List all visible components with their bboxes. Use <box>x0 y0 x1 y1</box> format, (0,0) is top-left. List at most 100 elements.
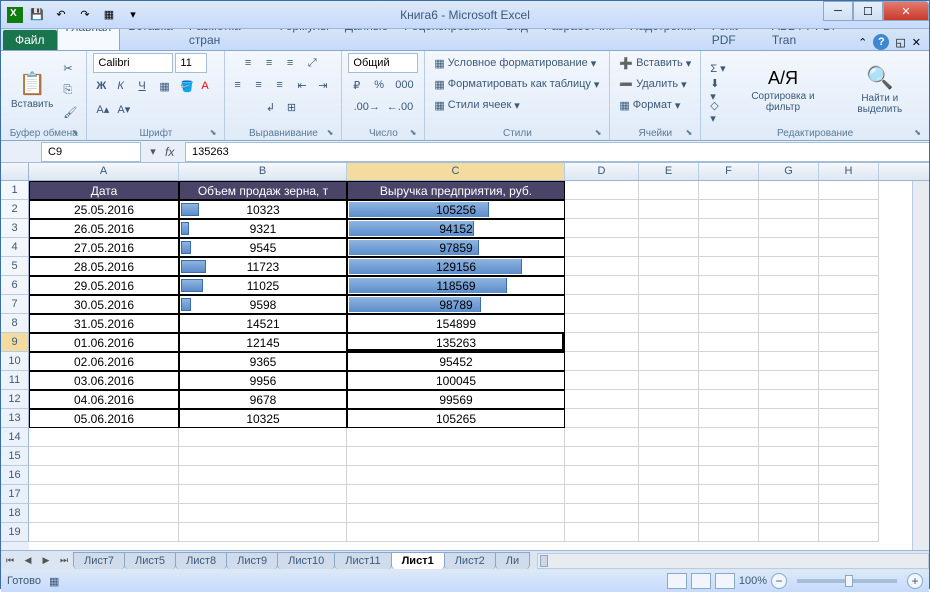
cell-H15[interactable] <box>819 447 879 466</box>
cell-B17[interactable] <box>179 485 347 504</box>
cell-G19[interactable] <box>759 523 819 542</box>
cell-C3[interactable]: 94152 <box>347 219 565 238</box>
cell-E13[interactable] <box>639 409 699 428</box>
scroll-left-icon[interactable] <box>540 555 548 567</box>
row-header-14[interactable]: 14 <box>1 428 29 447</box>
cell-G10[interactable] <box>759 352 819 371</box>
cell-F3[interactable] <box>699 219 759 238</box>
cell-B10[interactable]: 9365 <box>179 352 347 371</box>
cell-D8[interactable] <box>565 314 639 333</box>
cell-G15[interactable] <box>759 447 819 466</box>
cell-C11[interactable]: 100045 <box>347 371 565 390</box>
macro-record-icon[interactable]: ▦ <box>49 575 59 588</box>
cell-F10[interactable] <box>699 352 759 371</box>
cell-H16[interactable] <box>819 466 879 485</box>
currency-button[interactable]: ₽ <box>350 75 370 95</box>
copy-button[interactable]: ⎘ <box>60 80 80 100</box>
align-top-button[interactable]: ≡ <box>242 53 262 73</box>
font-name-select[interactable] <box>93 53 173 73</box>
cell-H11[interactable] <box>819 371 879 390</box>
cell-F18[interactable] <box>699 504 759 523</box>
sheet-tab-Лист8[interactable]: Лист8 <box>175 552 227 569</box>
conditional-formatting-button[interactable]: ▦Условное форматирование ▾ <box>431 53 599 73</box>
cell-D12[interactable] <box>565 390 639 409</box>
cell-F14[interactable] <box>699 428 759 447</box>
cell-F12[interactable] <box>699 390 759 409</box>
zoom-out-button[interactable]: − <box>771 573 787 589</box>
cell-C2[interactable]: 105256 <box>347 200 565 219</box>
cell-G7[interactable] <box>759 295 819 314</box>
row-header-5[interactable]: 5 <box>1 257 29 276</box>
cell-A11[interactable]: 03.06.2016 <box>29 371 179 390</box>
align-bottom-button[interactable]: ≡ <box>284 53 304 73</box>
cell-A6[interactable]: 29.05.2016 <box>29 276 179 295</box>
cell-D13[interactable] <box>565 409 639 428</box>
insert-cells-button[interactable]: ➕Вставить ▾ <box>616 53 694 73</box>
row-header-9[interactable]: 9 <box>1 333 29 352</box>
row-header-13[interactable]: 13 <box>1 409 29 428</box>
sheet-nav-prev[interactable]: ◀ <box>19 552 37 570</box>
cell-E14[interactable] <box>639 428 699 447</box>
cell-H10[interactable] <box>819 352 879 371</box>
cell-A2[interactable]: 25.05.2016 <box>29 200 179 219</box>
cell-D9[interactable] <box>565 333 639 352</box>
sheet-tab-Лист10[interactable]: Лист10 <box>277 552 335 569</box>
cell-B8[interactable]: 14521 <box>179 314 347 333</box>
cell-H19[interactable] <box>819 523 879 542</box>
cell-G14[interactable] <box>759 428 819 447</box>
page-layout-view-button[interactable] <box>691 573 711 589</box>
cell-E4[interactable] <box>639 238 699 257</box>
cell-F5[interactable] <box>699 257 759 276</box>
qat-btn-1[interactable]: ▦ <box>99 5 119 25</box>
cell-A3[interactable]: 26.05.2016 <box>29 219 179 238</box>
cell-H5[interactable] <box>819 257 879 276</box>
underline-button[interactable]: Ч <box>135 76 155 96</box>
sheet-nav-last[interactable]: ⏭ <box>55 552 73 570</box>
row-header-19[interactable]: 19 <box>1 523 29 542</box>
sheet-tab-Лист7[interactable]: Лист7 <box>73 552 125 569</box>
cell-D2[interactable] <box>565 200 639 219</box>
horizontal-scrollbar[interactable] <box>537 553 929 569</box>
cell-C7[interactable]: 98789 <box>347 295 565 314</box>
cell-D4[interactable] <box>565 238 639 257</box>
cell-G3[interactable] <box>759 219 819 238</box>
bold-button[interactable]: Ж <box>93 76 113 96</box>
cell-H14[interactable] <box>819 428 879 447</box>
sheet-tab-Ли[interactable]: Ли <box>495 552 530 569</box>
autosum-button[interactable]: Σ ▾ <box>707 58 729 78</box>
cell-A4[interactable]: 27.05.2016 <box>29 238 179 257</box>
fill-color-button[interactable]: 🪣 <box>177 76 197 96</box>
align-center-button[interactable]: ≡ <box>252 75 272 95</box>
cell-C18[interactable] <box>347 504 565 523</box>
cell-C1[interactable]: Выручка предприятия, руб. <box>347 181 565 200</box>
name-box-dropdown-icon[interactable]: ▾ <box>145 145 161 158</box>
sheet-nav-next[interactable]: ▶ <box>37 552 55 570</box>
cell-A7[interactable]: 30.05.2016 <box>29 295 179 314</box>
cell-B15[interactable] <box>179 447 347 466</box>
cell-D7[interactable] <box>565 295 639 314</box>
indent-decrease-button[interactable]: ⇤ <box>294 75 314 95</box>
cell-B5[interactable]: 11723 <box>179 257 347 276</box>
cell-C15[interactable] <box>347 447 565 466</box>
select-all-corner[interactable] <box>1 163 29 180</box>
qat-btn-2[interactable]: ▾ <box>123 5 143 25</box>
zoom-slider[interactable] <box>797 579 897 583</box>
cell-B6[interactable]: 11025 <box>179 276 347 295</box>
cell-E3[interactable] <box>639 219 699 238</box>
row-header-15[interactable]: 15 <box>1 447 29 466</box>
cell-H13[interactable] <box>819 409 879 428</box>
row-header-4[interactable]: 4 <box>1 238 29 257</box>
cell-F9[interactable] <box>699 333 759 352</box>
cell-A10[interactable]: 02.06.2016 <box>29 352 179 371</box>
cell-A17[interactable] <box>29 485 179 504</box>
cell-H3[interactable] <box>819 219 879 238</box>
cell-E17[interactable] <box>639 485 699 504</box>
cell-A16[interactable] <box>29 466 179 485</box>
row-header-12[interactable]: 12 <box>1 390 29 409</box>
cell-C10[interactable]: 95452 <box>347 352 565 371</box>
row-header-17[interactable]: 17 <box>1 485 29 504</box>
cell-C12[interactable]: 99569 <box>347 390 565 409</box>
cell-D6[interactable] <box>565 276 639 295</box>
cell-D17[interactable] <box>565 485 639 504</box>
normal-view-button[interactable] <box>667 573 687 589</box>
